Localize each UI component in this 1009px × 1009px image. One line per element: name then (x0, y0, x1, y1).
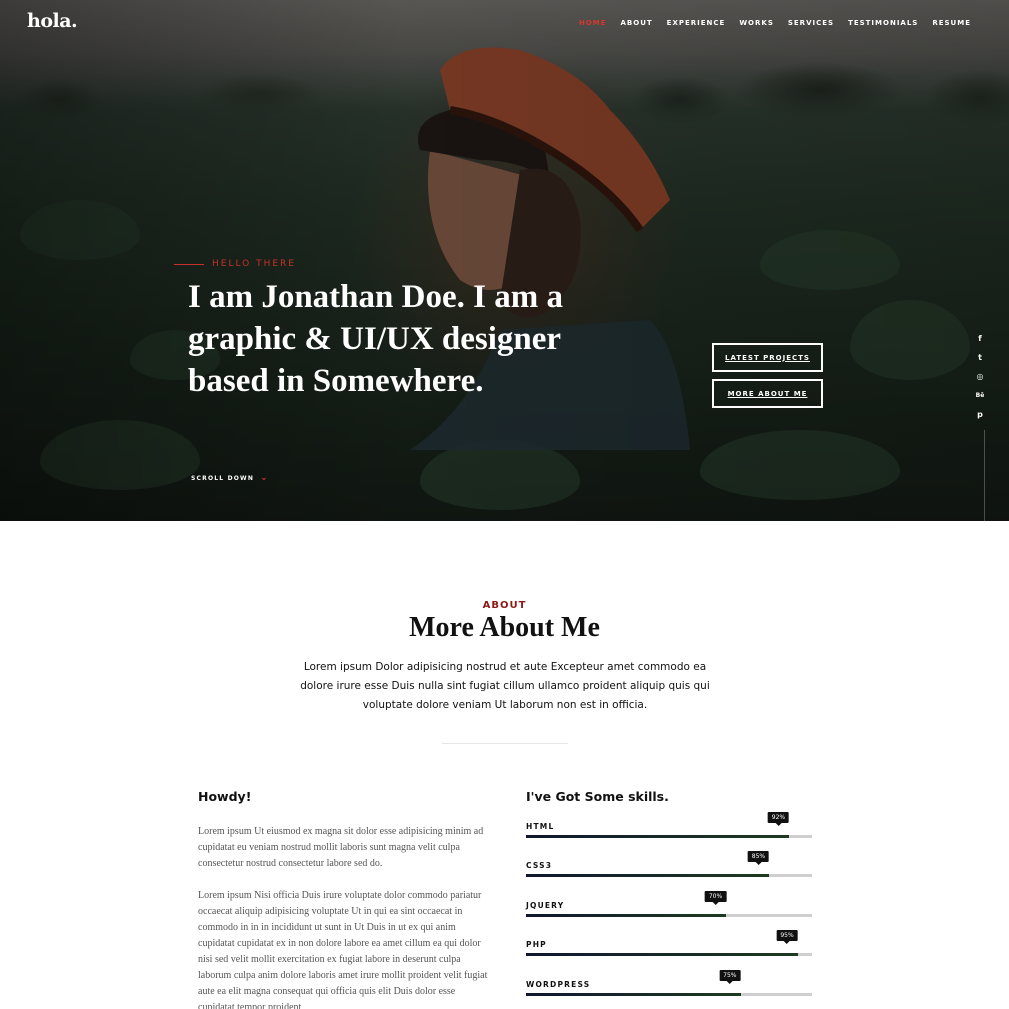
howdy-title: Howdy! (198, 789, 252, 804)
hero-section: hola. HOME ABOUT EXPERIENCE WORKS SERVIC… (0, 0, 1009, 521)
chevron-down-icon: ⌄ (260, 473, 269, 483)
social-links: f t ◎ Bē p (975, 334, 989, 429)
skill-bar-track (526, 874, 812, 877)
skill-name: HTML (526, 822, 555, 831)
latest-projects-button[interactable]: LATEST PROJECTS (712, 343, 823, 372)
skill-item-html: HTML 92% (526, 812, 812, 842)
about-title: More About Me (409, 612, 600, 643)
skill-percent-badge: 95% (776, 930, 798, 944)
skill-bar-fill (526, 835, 790, 838)
social-divider-line (984, 430, 985, 521)
nav-item-services[interactable]: SERVICES (788, 19, 834, 27)
main-nav: HOME ABOUT EXPERIENCE WORKS SERVICES TES… (579, 19, 971, 27)
nav-item-home[interactable]: HOME (579, 19, 607, 27)
skill-percent-badge: 92% (767, 812, 790, 826)
hero-kicker-text: HELLO THERE (212, 259, 296, 269)
skill-bar-fill (526, 953, 798, 956)
site-logo[interactable]: hola. (27, 10, 78, 32)
skill-name: CSS3 (526, 861, 553, 870)
skill-percent-badge: 70% (704, 891, 727, 905)
skill-bar-track (526, 835, 812, 838)
hero-overlay (0, 0, 1009, 521)
about-lead-text: Lorem ipsum Dolor adipisicing nostrud et… (300, 661, 710, 711)
skill-name: WORDPRESS (526, 980, 591, 989)
pinterest-icon[interactable]: p (975, 410, 985, 420)
instagram-icon[interactable]: ◎ (975, 372, 985, 382)
more-about-me-button[interactable]: MORE ABOUT ME (712, 379, 823, 408)
hero-kicker: HELLO THERE (174, 259, 296, 269)
about-paragraph-2: Lorem ipsum Nisi officia Duis irure volu… (198, 890, 488, 1009)
facebook-icon[interactable]: f (975, 334, 985, 344)
skill-bar-track (526, 953, 812, 956)
skill-bar-fill (526, 914, 727, 917)
nav-item-testimonials[interactable]: TESTIMONIALS (848, 19, 918, 27)
scroll-down-label: SCROLL DOWN (191, 475, 255, 482)
skill-name: JQUERY (526, 901, 565, 910)
about-kicker: ABOUT (482, 600, 527, 611)
skill-percent-badge: 75% (719, 970, 741, 984)
skill-bar-track (526, 914, 812, 917)
scroll-down-link[interactable]: SCROLL DOWN ⌄ (191, 474, 269, 483)
skill-percent-badge: 85% (747, 851, 770, 865)
nav-item-resume[interactable]: RESUME (932, 19, 971, 27)
skill-item-php: PHP 95% (526, 930, 812, 960)
hero-headline: I am Jonathan Doe. I am a graphic & UI/U… (188, 279, 563, 399)
skills-title: I've Got Some skills. (526, 789, 669, 804)
skill-bar-fill (526, 874, 770, 877)
kicker-line (174, 263, 204, 265)
skill-item-wordpress: WORDPRESS 75% (526, 970, 812, 1000)
section-divider (442, 743, 568, 744)
skill-bar-track (526, 993, 812, 996)
skill-bar-fill (526, 993, 741, 996)
nav-item-experience[interactable]: EXPERIENCE (667, 19, 726, 27)
nav-item-works[interactable]: WORKS (739, 19, 774, 27)
skill-item-css3: CSS3 85% (526, 851, 812, 881)
behance-icon[interactable]: Bē (975, 391, 985, 401)
about-paragraph-1: Lorem ipsum Ut eiusmod ex magna sit dolo… (198, 826, 484, 869)
skill-item-jquery: JQUERY 70% (526, 891, 812, 921)
twitter-icon[interactable]: t (975, 353, 985, 363)
nav-item-about[interactable]: ABOUT (621, 19, 653, 27)
skill-name: PHP (526, 940, 547, 949)
